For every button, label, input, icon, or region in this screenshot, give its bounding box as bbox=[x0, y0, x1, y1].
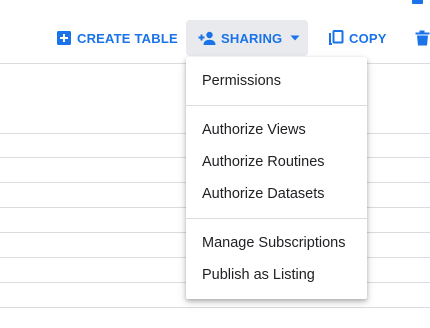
sharing-menu: Permissions Authorize Views Authorize Ro… bbox=[186, 57, 367, 299]
menu-item-authorize-datasets[interactable]: Authorize Datasets bbox=[186, 178, 367, 210]
caret-down-icon bbox=[290, 35, 300, 41]
trash-icon bbox=[415, 30, 430, 46]
delete-button[interactable] bbox=[415, 20, 430, 56]
menu-item-manage-subscriptions[interactable]: Manage Subscriptions bbox=[186, 227, 367, 259]
content-copy-icon bbox=[329, 30, 344, 46]
create-table-button[interactable]: CREATE TABLE bbox=[56, 20, 178, 56]
menu-item-permissions[interactable]: Permissions bbox=[186, 65, 367, 97]
menu-item-authorize-views[interactable]: Authorize Views bbox=[186, 114, 367, 146]
menu-item-authorize-routines[interactable]: Authorize Routines bbox=[186, 146, 367, 178]
menu-item-publish-as-listing[interactable]: Publish as Listing bbox=[186, 259, 367, 291]
add-box-icon bbox=[56, 30, 72, 46]
sharing-button[interactable]: SHARING bbox=[186, 20, 308, 56]
copy-button[interactable]: COPY bbox=[329, 20, 387, 56]
copy-label: COPY bbox=[349, 30, 387, 46]
row-divider bbox=[0, 307, 430, 308]
person-add-icon bbox=[198, 31, 216, 45]
menu-divider bbox=[186, 218, 367, 219]
page: CREATE TABLE SHARING COPY Permissions Au… bbox=[0, 0, 430, 328]
corner-icon[interactable] bbox=[412, 0, 423, 4]
create-table-label: CREATE TABLE bbox=[77, 30, 178, 46]
toolbar: CREATE TABLE SHARING COPY bbox=[0, 18, 430, 62]
sharing-label: SHARING bbox=[221, 30, 283, 46]
menu-divider bbox=[186, 105, 367, 106]
